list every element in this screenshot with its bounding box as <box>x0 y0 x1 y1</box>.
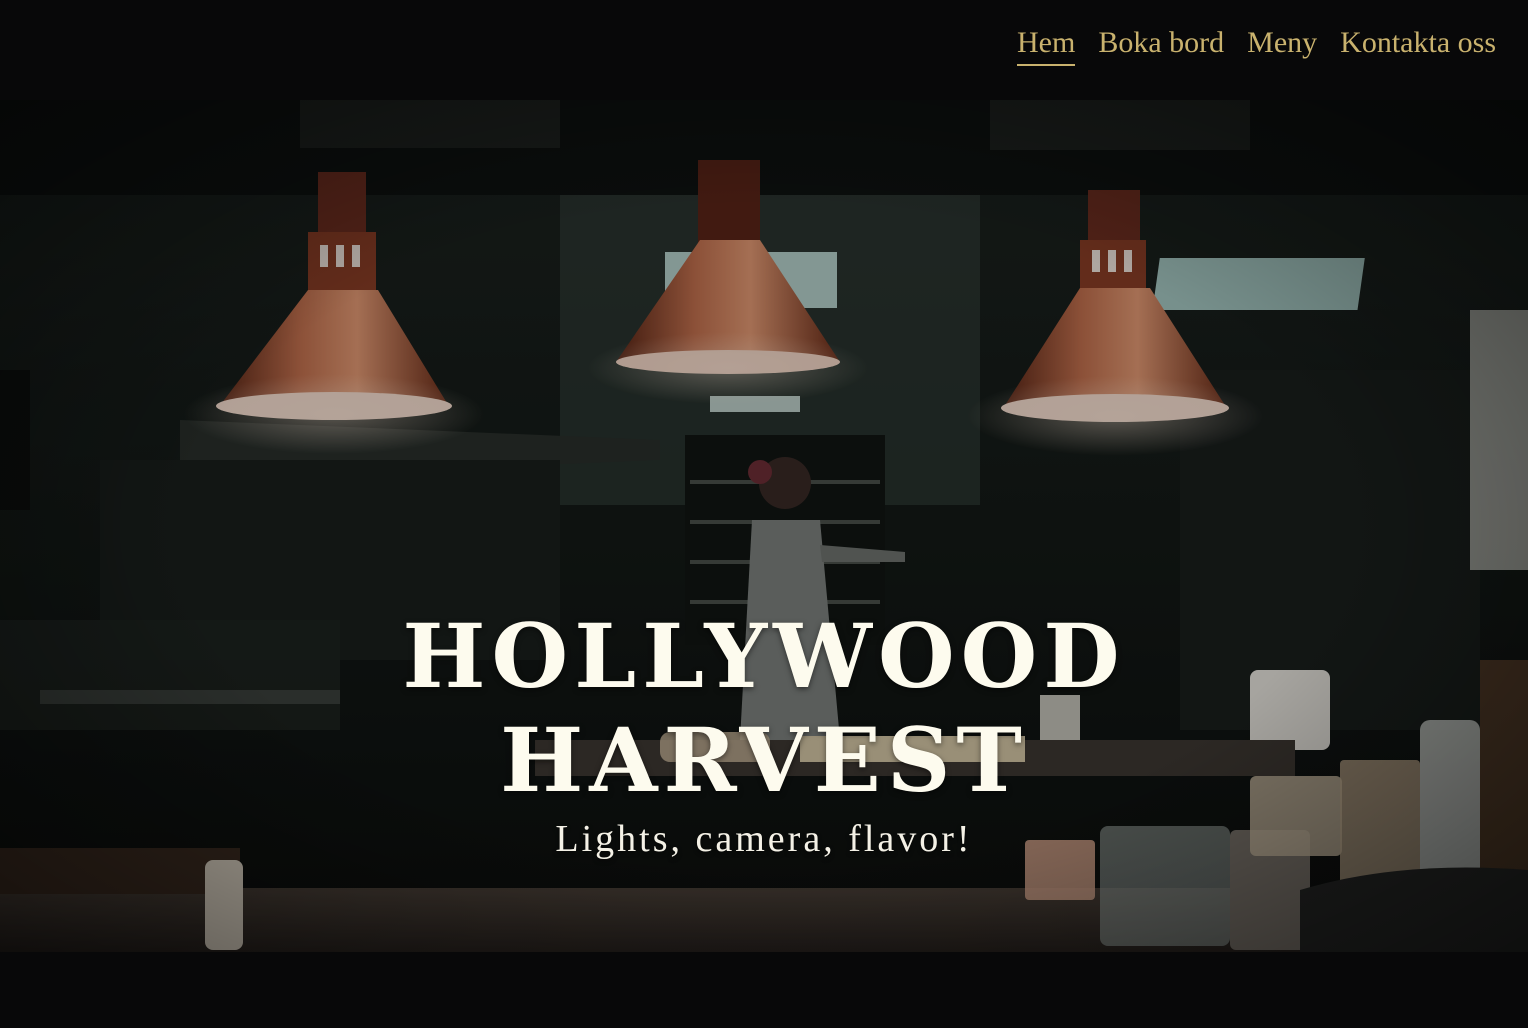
hero-title-line-2: HARVEST <box>500 707 1028 812</box>
hero-tagline: Lights, camera, flavor! <box>555 818 973 860</box>
hero-title: HOLLYWOOD HARVEST <box>0 604 1528 812</box>
top-navigation-bar: Hem Boka bord Meny Kontakta oss <box>0 0 1528 100</box>
bottom-bar <box>0 952 1528 1028</box>
hero-title-line-1: HOLLYWOOD <box>402 603 1126 708</box>
hero-section: HOLLYWOOD HARVEST Lights, camera, flavor… <box>0 100 1528 952</box>
main-nav: Hem Boka bord Meny Kontakta oss <box>1017 24 1496 66</box>
page: Hem Boka bord Meny Kontakta oss HOLLYWOO… <box>0 0 1528 1028</box>
nav-link-hem[interactable]: Hem <box>1017 24 1076 66</box>
nav-link-kontakta-oss[interactable]: Kontakta oss <box>1340 24 1496 66</box>
nav-link-meny[interactable]: Meny <box>1247 24 1317 66</box>
nav-link-boka-bord[interactable]: Boka bord <box>1098 24 1224 66</box>
